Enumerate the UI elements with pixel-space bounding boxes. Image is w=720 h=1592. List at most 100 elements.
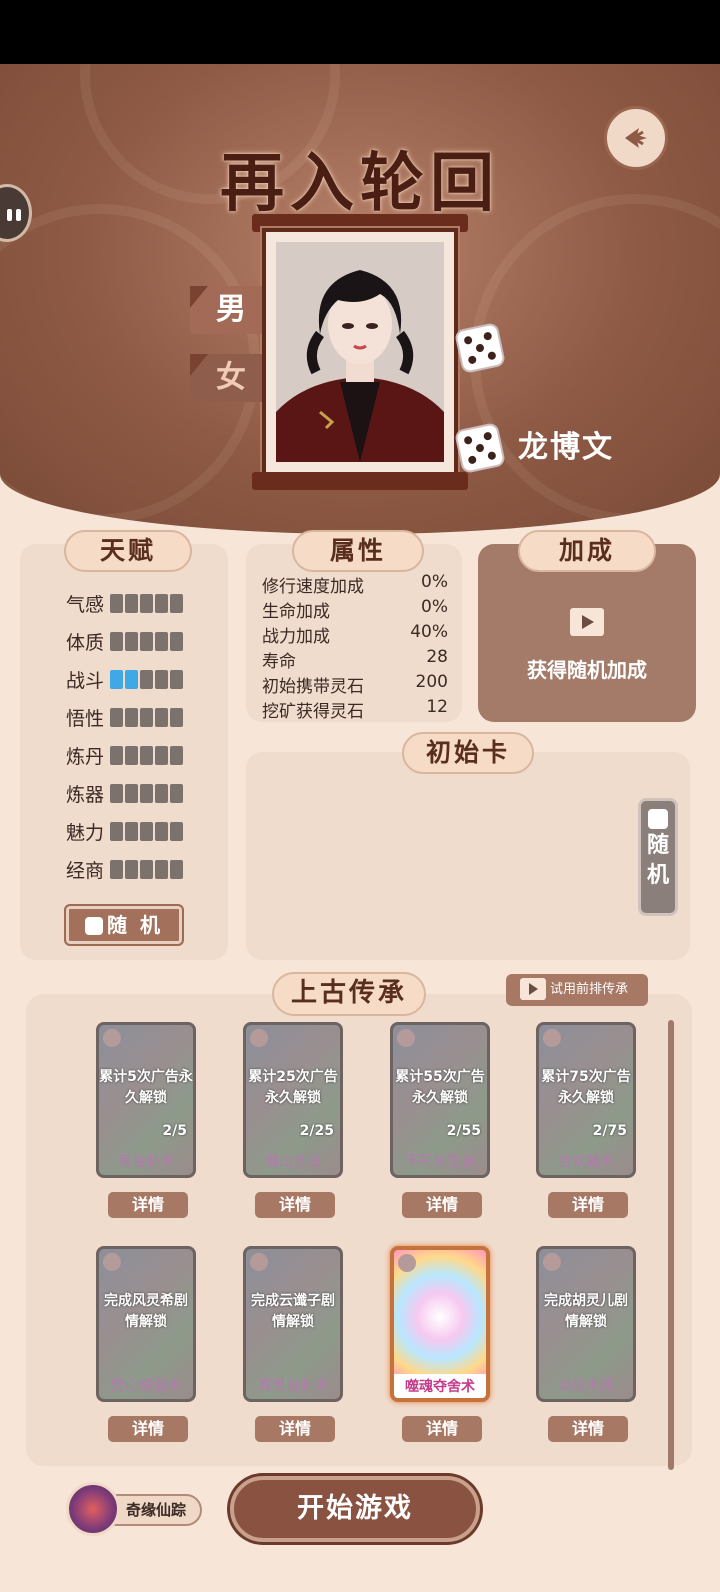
skill-name: 不死长生诀 [405,1154,475,1170]
legacy-skill-card[interactable]: 累计55次广告永久解锁 2/55 不死长生诀 [390,1022,490,1178]
skill-lock-text: 累计75次广告永久解锁 [541,1069,631,1106]
skill-progress: 2/5 [162,1123,187,1139]
talent-row: 战斗 [66,666,185,693]
skill-lock-text: 累计25次广告永久解锁 [248,1069,338,1106]
attribute-label: 寿命 [262,652,296,672]
talent-row: 体质 [66,628,185,655]
initial-card-title: 初始卡 [402,732,534,774]
attribute-row: 修行速度加成 0% [262,572,448,597]
skill-name: 真鬼谷卦术 [258,1378,328,1394]
fortune-button[interactable]: 奇缘仙踪 [66,1482,202,1536]
talent-level-bar [110,784,185,803]
attribute-label: 修行速度加成 [262,577,364,597]
skill-lock-text: 累计55次广告永久解锁 [395,1069,485,1106]
talent-level-bar [110,708,185,727]
video-ad-icon [570,608,604,636]
legacy-skill-card[interactable]: 累计25次广告永久解锁 2/25 蜀山剑法 [243,1022,343,1178]
skill-glyph-icon [250,1029,268,1047]
skill-detail-button[interactable]: 详情 [402,1416,482,1442]
skill-glyph-icon [250,1253,268,1271]
attribute-value: 12 [426,697,448,717]
initial-card-random-button[interactable]: 随机 [638,798,678,916]
initial-card-random-label: 随机 [647,833,670,888]
legacy-skill-card[interactable]: 噬魂夺舍术 [390,1246,490,1402]
attribute-label: 初始携带灵石 [262,677,364,697]
skill-detail-button[interactable]: 详情 [255,1416,335,1442]
attribute-value: 0% [421,572,448,592]
skill-detail-button[interactable]: 详情 [255,1192,335,1218]
talent-row: 炼丹 [66,742,185,769]
scroll-rod-bottom [252,472,468,490]
talent-label: 炼丹 [66,746,105,768]
randomize-portrait-dice-icon[interactable] [453,321,507,375]
video-ad-icon [520,978,546,1000]
dice-icon [648,809,668,829]
skill-glyph-icon [103,1029,121,1047]
talent-random-label: 随 机 [107,913,163,937]
talent-title: 天赋 [64,530,192,572]
skill-detail-button[interactable]: 详情 [108,1416,188,1442]
talent-level-bar [110,822,185,841]
talent-level-bar [110,860,185,879]
legacy-scrollbar[interactable] [668,1020,674,1470]
legacy-skill-card[interactable]: 完成胡灵儿剧情解锁 龙纹木戒 [536,1246,636,1402]
talent-label: 经商 [66,860,105,882]
gender-male-button[interactable]: 男 [190,286,262,334]
pause-icon [7,209,12,221]
skill-progress: 2/75 [592,1123,627,1139]
trial-legacy-label: 试用前排传承 [550,982,629,997]
talent-label: 炼器 [66,784,105,806]
skill-detail-button[interactable]: 详情 [548,1416,628,1442]
skill-glyph-icon [397,1029,415,1047]
skill-glyph-icon [103,1253,121,1271]
skill-lock-text: 完成胡灵儿剧情解锁 [544,1293,628,1330]
skill-name: 合欢魅术 [558,1154,614,1170]
back-arrow-icon [625,128,647,148]
attribute-label: 战力加成 [262,627,330,647]
randomize-name-dice-icon[interactable] [453,421,507,475]
reincarnation-screen: 再入轮回 男 女 龙博文 天赋 气感 体质 战斗 悟性 炼丹 炼器 魅力 经商 … [0,64,720,1592]
legacy-skill-card[interactable]: 完成云谶子剧情解锁真鬼谷卦术 [243,1246,343,1402]
attribute-row: 挖矿获得灵石 12 [262,697,448,722]
talent-label: 战斗 [66,670,105,692]
legacy-skill-card[interactable]: 累计5次广告永久解锁 2/5 鬼谷卦术 [96,1022,196,1178]
skill-glyph-icon [398,1254,416,1272]
talent-label: 悟性 [66,708,105,730]
attribute-value: 200 [415,672,448,692]
skill-name: 鬼谷卦术 [118,1154,174,1170]
character-name[interactable]: 龙博文 [518,422,614,466]
attribute-title: 属性 [292,530,424,572]
legacy-title: 上古传承 [272,972,426,1016]
skill-name: 噬魂夺舍术 [394,1374,486,1398]
attribute-row: 寿命 28 [262,647,448,672]
legacy-skill-card[interactable]: 累计75次广告永久解锁 2/75 合欢魅术 [536,1022,636,1178]
talent-label: 体质 [66,632,105,654]
skill-progress: 2/55 [446,1123,481,1139]
skill-detail-button[interactable]: 详情 [548,1192,628,1218]
skill-progress: 2/25 [299,1123,334,1139]
portrait-frame [262,228,458,476]
skill-name: 焚心锻造术 [111,1378,181,1394]
gender-female-button[interactable]: 女 [190,354,262,402]
talent-label: 气感 [66,594,105,616]
talent-row: 魅力 [66,818,185,845]
legacy-skill-card[interactable]: 完成风灵希剧情解锁 焚心锻造术 [96,1246,196,1402]
start-game-button[interactable]: 开始游戏 [230,1476,480,1542]
attribute-label: 挖矿获得灵石 [262,702,364,722]
talent-label: 魅力 [66,822,105,844]
attribute-value: 40% [410,622,448,642]
skill-lock-text: 完成云谶子剧情解锁 [251,1293,335,1330]
skill-detail-button[interactable]: 详情 [402,1192,482,1218]
back-button[interactable] [604,106,668,170]
skill-glyph-icon [543,1029,561,1047]
skill-detail-button[interactable]: 详情 [108,1192,188,1218]
trial-legacy-button[interactable]: 试用前排传承 [506,974,648,1006]
gender-female-label: 女 [216,360,246,395]
talent-row: 气感 [66,590,185,617]
gender-male-label: 男 [216,292,246,327]
dice-icon [85,917,104,935]
talent-row: 悟性 [66,704,185,731]
talent-random-button[interactable]: 随 机 [64,904,184,946]
decor-swirl [470,194,720,524]
skill-name: 蜀山剑法 [265,1154,321,1170]
